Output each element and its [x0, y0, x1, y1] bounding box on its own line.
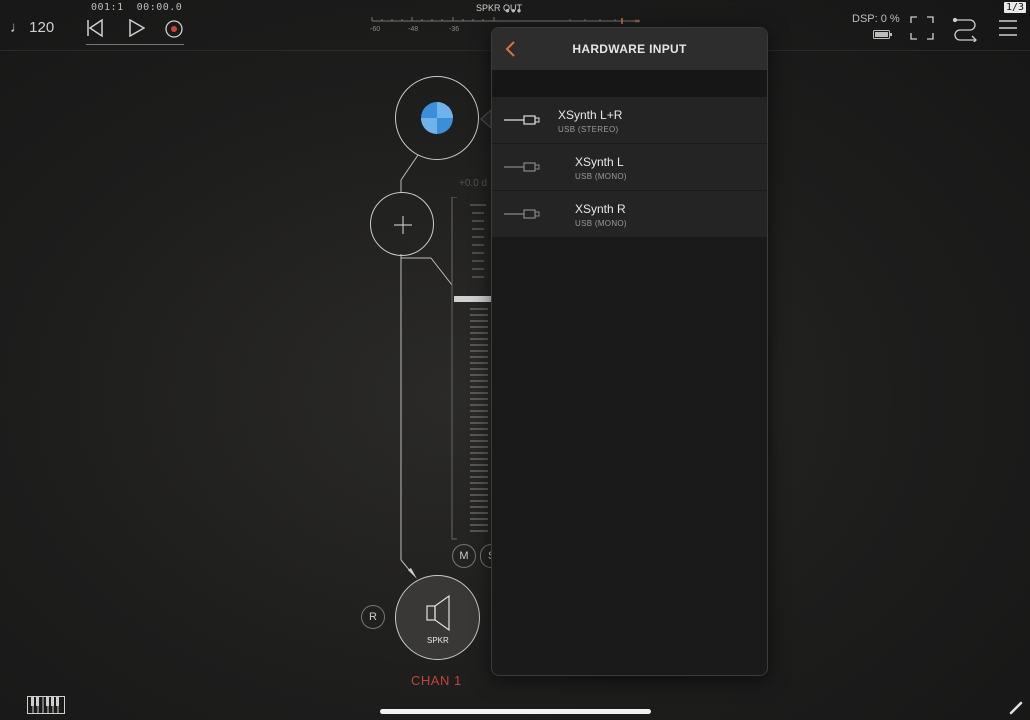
speaker-icon [426, 594, 450, 632]
pencil-button[interactable] [1008, 698, 1026, 716]
pencil-icon [1009, 701, 1023, 715]
input-name: XSynth R [575, 202, 626, 216]
speaker-output-node[interactable] [395, 575, 480, 660]
cable-connector-icon [504, 162, 540, 172]
record-arm-button[interactable]: R [361, 605, 385, 629]
input-detail: USB (MONO) [575, 219, 627, 228]
piano-keyboard-icon [27, 696, 65, 714]
input-name: XSynth L+R [558, 108, 623, 122]
popover-pointer [480, 110, 491, 128]
cable-connector-icon [504, 115, 540, 125]
panel-spacer [492, 70, 767, 97]
input-option-row[interactable]: XSynth L USB (MONO) [492, 144, 767, 191]
hardware-input-panel: HARDWARE INPUT XSynth L+R USB (STEREO) X… [491, 27, 768, 676]
keyboard-button[interactable] [26, 695, 66, 715]
panel-header: HARDWARE INPUT [492, 28, 767, 70]
input-detail: USB (MONO) [575, 172, 627, 181]
input-node[interactable] [395, 76, 479, 160]
input-option-row[interactable]: XSynth R USB (MONO) [492, 191, 767, 238]
add-effect-button[interactable] [370, 192, 434, 256]
fader-db-readout: +0.0 d [459, 178, 488, 189]
input-name: XSynth L [575, 155, 624, 169]
hardware-input-icon [421, 102, 453, 134]
output-node-label: SPKR [427, 636, 449, 645]
cable-connector-icon [504, 209, 540, 219]
panel-title: HARDWARE INPUT [572, 42, 687, 56]
fader-handle[interactable] [454, 296, 492, 302]
input-option-row[interactable]: XSynth L+R USB (STEREO) [492, 97, 767, 144]
volume-fader[interactable] [450, 197, 492, 540]
mute-button[interactable]: M [452, 544, 476, 568]
home-indicator[interactable] [380, 709, 651, 714]
channel-name[interactable]: CHAN 1 [411, 673, 462, 688]
input-detail: USB (STEREO) [558, 125, 619, 134]
plus-icon [394, 216, 412, 234]
